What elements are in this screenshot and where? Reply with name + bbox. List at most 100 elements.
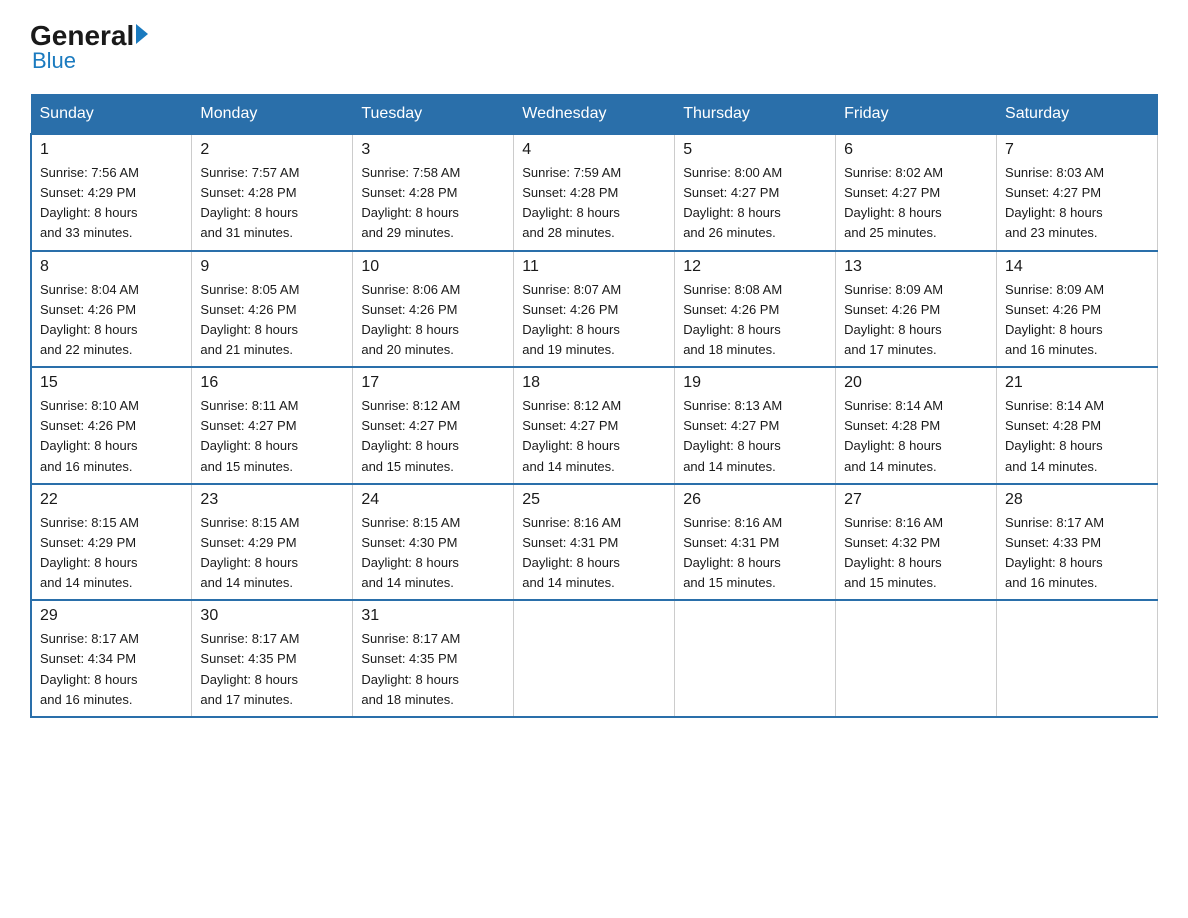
- day-info: Sunrise: 8:16 AMSunset: 4:31 PMDaylight:…: [683, 515, 782, 590]
- logo-subtitle: Blue: [32, 48, 76, 74]
- logo-arrow-icon: [136, 24, 148, 44]
- header-thursday: Thursday: [675, 95, 836, 135]
- calendar-cell: 13 Sunrise: 8:09 AMSunset: 4:26 PMDaylig…: [836, 251, 997, 368]
- day-number: 20: [844, 374, 988, 392]
- day-number: 10: [361, 258, 505, 276]
- calendar-cell: 22 Sunrise: 8:15 AMSunset: 4:29 PMDaylig…: [31, 484, 192, 601]
- header-monday: Monday: [192, 95, 353, 135]
- calendar-cell: 30 Sunrise: 8:17 AMSunset: 4:35 PMDaylig…: [192, 600, 353, 717]
- day-info: Sunrise: 7:56 AMSunset: 4:29 PMDaylight:…: [40, 165, 139, 240]
- calendar-cell: 28 Sunrise: 8:17 AMSunset: 4:33 PMDaylig…: [997, 484, 1158, 601]
- day-number: 27: [844, 491, 988, 509]
- calendar-header-row: SundayMondayTuesdayWednesdayThursdayFrid…: [31, 95, 1158, 135]
- week-row-4: 22 Sunrise: 8:15 AMSunset: 4:29 PMDaylig…: [31, 484, 1158, 601]
- day-info: Sunrise: 8:12 AMSunset: 4:27 PMDaylight:…: [361, 398, 460, 473]
- calendar-cell: 16 Sunrise: 8:11 AMSunset: 4:27 PMDaylig…: [192, 367, 353, 484]
- day-info: Sunrise: 8:17 AMSunset: 4:33 PMDaylight:…: [1005, 515, 1104, 590]
- day-info: Sunrise: 7:57 AMSunset: 4:28 PMDaylight:…: [200, 165, 299, 240]
- day-number: 24: [361, 491, 505, 509]
- calendar-cell: 27 Sunrise: 8:16 AMSunset: 4:32 PMDaylig…: [836, 484, 997, 601]
- calendar-cell: 14 Sunrise: 8:09 AMSunset: 4:26 PMDaylig…: [997, 251, 1158, 368]
- day-number: 15: [40, 374, 183, 392]
- header-sunday: Sunday: [31, 95, 192, 135]
- calendar-table: SundayMondayTuesdayWednesdayThursdayFrid…: [30, 94, 1158, 718]
- calendar-cell: 29 Sunrise: 8:17 AMSunset: 4:34 PMDaylig…: [31, 600, 192, 717]
- calendar-cell: 7 Sunrise: 8:03 AMSunset: 4:27 PMDayligh…: [997, 134, 1158, 251]
- day-info: Sunrise: 8:05 AMSunset: 4:26 PMDaylight:…: [200, 282, 299, 357]
- day-info: Sunrise: 8:10 AMSunset: 4:26 PMDaylight:…: [40, 398, 139, 473]
- header-saturday: Saturday: [997, 95, 1158, 135]
- calendar-cell: 19 Sunrise: 8:13 AMSunset: 4:27 PMDaylig…: [675, 367, 836, 484]
- logo: General Blue: [30, 20, 148, 74]
- calendar-cell: [997, 600, 1158, 717]
- day-info: Sunrise: 8:16 AMSunset: 4:31 PMDaylight:…: [522, 515, 621, 590]
- week-row-1: 1 Sunrise: 7:56 AMSunset: 4:29 PMDayligh…: [31, 134, 1158, 251]
- day-info: Sunrise: 8:15 AMSunset: 4:30 PMDaylight:…: [361, 515, 460, 590]
- calendar-cell: 18 Sunrise: 8:12 AMSunset: 4:27 PMDaylig…: [514, 367, 675, 484]
- calendar-cell: [836, 600, 997, 717]
- calendar-cell: 5 Sunrise: 8:00 AMSunset: 4:27 PMDayligh…: [675, 134, 836, 251]
- day-info: Sunrise: 8:11 AMSunset: 4:27 PMDaylight:…: [200, 398, 298, 473]
- day-info: Sunrise: 8:06 AMSunset: 4:26 PMDaylight:…: [361, 282, 460, 357]
- day-number: 21: [1005, 374, 1149, 392]
- calendar-cell: 24 Sunrise: 8:15 AMSunset: 4:30 PMDaylig…: [353, 484, 514, 601]
- day-info: Sunrise: 8:03 AMSunset: 4:27 PMDaylight:…: [1005, 165, 1104, 240]
- day-number: 31: [361, 607, 505, 625]
- calendar-cell: 1 Sunrise: 7:56 AMSunset: 4:29 PMDayligh…: [31, 134, 192, 251]
- day-info: Sunrise: 7:58 AMSunset: 4:28 PMDaylight:…: [361, 165, 460, 240]
- day-info: Sunrise: 8:16 AMSunset: 4:32 PMDaylight:…: [844, 515, 943, 590]
- day-info: Sunrise: 8:00 AMSunset: 4:27 PMDaylight:…: [683, 165, 782, 240]
- calendar-cell: 26 Sunrise: 8:16 AMSunset: 4:31 PMDaylig…: [675, 484, 836, 601]
- day-info: Sunrise: 8:12 AMSunset: 4:27 PMDaylight:…: [522, 398, 621, 473]
- calendar-cell: 25 Sunrise: 8:16 AMSunset: 4:31 PMDaylig…: [514, 484, 675, 601]
- calendar-cell: 3 Sunrise: 7:58 AMSunset: 4:28 PMDayligh…: [353, 134, 514, 251]
- day-number: 18: [522, 374, 666, 392]
- day-number: 14: [1005, 258, 1149, 276]
- header-tuesday: Tuesday: [353, 95, 514, 135]
- header-wednesday: Wednesday: [514, 95, 675, 135]
- calendar-cell: 4 Sunrise: 7:59 AMSunset: 4:28 PMDayligh…: [514, 134, 675, 251]
- day-number: 4: [522, 141, 666, 159]
- header-friday: Friday: [836, 95, 997, 135]
- day-number: 2: [200, 141, 344, 159]
- calendar-cell: 23 Sunrise: 8:15 AMSunset: 4:29 PMDaylig…: [192, 484, 353, 601]
- day-info: Sunrise: 8:04 AMSunset: 4:26 PMDaylight:…: [40, 282, 139, 357]
- day-number: 29: [40, 607, 183, 625]
- calendar-cell: 6 Sunrise: 8:02 AMSunset: 4:27 PMDayligh…: [836, 134, 997, 251]
- day-number: 26: [683, 491, 827, 509]
- calendar-cell: 21 Sunrise: 8:14 AMSunset: 4:28 PMDaylig…: [997, 367, 1158, 484]
- day-number: 13: [844, 258, 988, 276]
- day-info: Sunrise: 8:02 AMSunset: 4:27 PMDaylight:…: [844, 165, 943, 240]
- week-row-5: 29 Sunrise: 8:17 AMSunset: 4:34 PMDaylig…: [31, 600, 1158, 717]
- day-info: Sunrise: 8:13 AMSunset: 4:27 PMDaylight:…: [683, 398, 782, 473]
- day-info: Sunrise: 7:59 AMSunset: 4:28 PMDaylight:…: [522, 165, 621, 240]
- day-number: 9: [200, 258, 344, 276]
- day-info: Sunrise: 8:14 AMSunset: 4:28 PMDaylight:…: [844, 398, 943, 473]
- day-info: Sunrise: 8:15 AMSunset: 4:29 PMDaylight:…: [200, 515, 299, 590]
- calendar-cell: 17 Sunrise: 8:12 AMSunset: 4:27 PMDaylig…: [353, 367, 514, 484]
- day-info: Sunrise: 8:17 AMSunset: 4:35 PMDaylight:…: [361, 631, 460, 706]
- day-number: 8: [40, 258, 183, 276]
- day-info: Sunrise: 8:07 AMSunset: 4:26 PMDaylight:…: [522, 282, 621, 357]
- day-info: Sunrise: 8:15 AMSunset: 4:29 PMDaylight:…: [40, 515, 139, 590]
- day-number: 7: [1005, 141, 1149, 159]
- calendar-cell: 31 Sunrise: 8:17 AMSunset: 4:35 PMDaylig…: [353, 600, 514, 717]
- day-number: 1: [40, 141, 183, 159]
- day-number: 6: [844, 141, 988, 159]
- day-number: 19: [683, 374, 827, 392]
- calendar-cell: 15 Sunrise: 8:10 AMSunset: 4:26 PMDaylig…: [31, 367, 192, 484]
- day-number: 12: [683, 258, 827, 276]
- page-header: General Blue: [30, 20, 1158, 74]
- day-info: Sunrise: 8:17 AMSunset: 4:35 PMDaylight:…: [200, 631, 299, 706]
- day-number: 25: [522, 491, 666, 509]
- calendar-cell: [514, 600, 675, 717]
- day-info: Sunrise: 8:09 AMSunset: 4:26 PMDaylight:…: [844, 282, 943, 357]
- day-number: 30: [200, 607, 344, 625]
- day-number: 28: [1005, 491, 1149, 509]
- calendar-cell: 20 Sunrise: 8:14 AMSunset: 4:28 PMDaylig…: [836, 367, 997, 484]
- calendar-cell: 9 Sunrise: 8:05 AMSunset: 4:26 PMDayligh…: [192, 251, 353, 368]
- calendar-cell: 8 Sunrise: 8:04 AMSunset: 4:26 PMDayligh…: [31, 251, 192, 368]
- week-row-2: 8 Sunrise: 8:04 AMSunset: 4:26 PMDayligh…: [31, 251, 1158, 368]
- day-info: Sunrise: 8:14 AMSunset: 4:28 PMDaylight:…: [1005, 398, 1104, 473]
- calendar-cell: [675, 600, 836, 717]
